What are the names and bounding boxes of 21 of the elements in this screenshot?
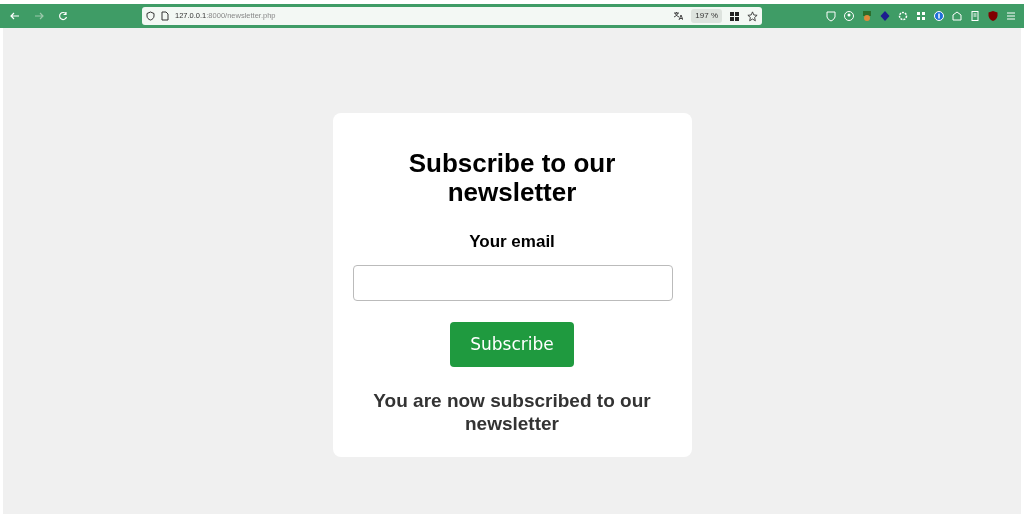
form-title: Subscribe to our newsletter <box>407 149 617 207</box>
star-icon[interactable] <box>747 10 758 22</box>
success-message: You are now subscribed to our newsletter <box>372 389 652 435</box>
extension-icon[interactable] <box>860 9 874 23</box>
document-icon[interactable] <box>968 9 982 23</box>
translate-icon <box>673 11 684 21</box>
field-label: Your email <box>468 231 556 253</box>
menu-icon[interactable] <box>1004 9 1018 23</box>
grid-icon[interactable] <box>730 11 739 21</box>
subscribe-button[interactable]: Subscribe <box>450 321 574 367</box>
password-icon[interactable] <box>932 9 946 23</box>
shield-icon[interactable] <box>824 9 838 23</box>
account-icon[interactable] <box>842 9 856 23</box>
back-icon[interactable] <box>10 11 20 21</box>
email-field[interactable] <box>352 264 673 301</box>
page-icon <box>161 11 169 21</box>
zoom-level[interactable]: 197 % <box>691 9 722 23</box>
reload-icon[interactable] <box>58 11 68 21</box>
shield-icon <box>146 11 155 21</box>
forward-icon[interactable] <box>34 11 44 21</box>
gear-icon[interactable] <box>896 9 910 23</box>
